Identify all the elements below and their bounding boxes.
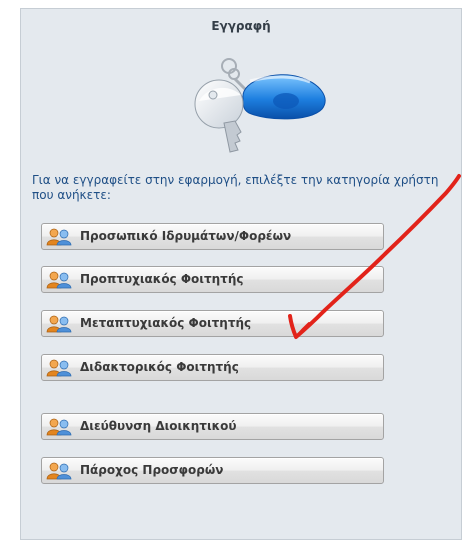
button-label: Μεταπτυχιακός Φοιτητής: [80, 316, 252, 330]
users-icon: [46, 359, 72, 377]
button-label: Πάροχος Προσφορών: [80, 463, 224, 477]
users-icon: [46, 418, 72, 436]
instruction-text: Για να εγγραφείτε στην εφαρμογή, επιλέξτ…: [32, 173, 439, 202]
users-icon: [46, 462, 72, 480]
button-label: Διδακτορικός Φοιτητής: [80, 360, 239, 374]
keys-icon: [194, 58, 326, 153]
page-title: Εγγραφή: [211, 19, 271, 33]
button-label: Διεύθυνση Διοικητικού: [80, 419, 237, 433]
users-icon: [46, 271, 72, 289]
registration-panel: Εγγραφή Για να εγγραφείτε στην εφαρμογή,…: [20, 8, 462, 540]
users-icon: [46, 315, 72, 333]
administration-category-button[interactable]: Διεύθυνση Διοικητικού: [41, 413, 384, 440]
undergraduate-category-button[interactable]: Προπτυχιακός Φοιτητής: [41, 266, 384, 293]
users-icon: [46, 228, 72, 246]
offer-provider-category-button[interactable]: Πάροχος Προσφορών: [41, 457, 384, 484]
doctoral-category-button[interactable]: Διδακτορικός Φοιτητής: [41, 354, 384, 381]
staff-category-button[interactable]: Προσωπικό Ιδρυμάτων/Φορέων: [41, 223, 384, 250]
button-label: Προπτυχιακός Φοιτητής: [80, 272, 244, 286]
button-label: Προσωπικό Ιδρυμάτων/Φορέων: [80, 229, 292, 243]
postgraduate-category-button[interactable]: Μεταπτυχιακός Φοιτητής: [41, 310, 384, 337]
